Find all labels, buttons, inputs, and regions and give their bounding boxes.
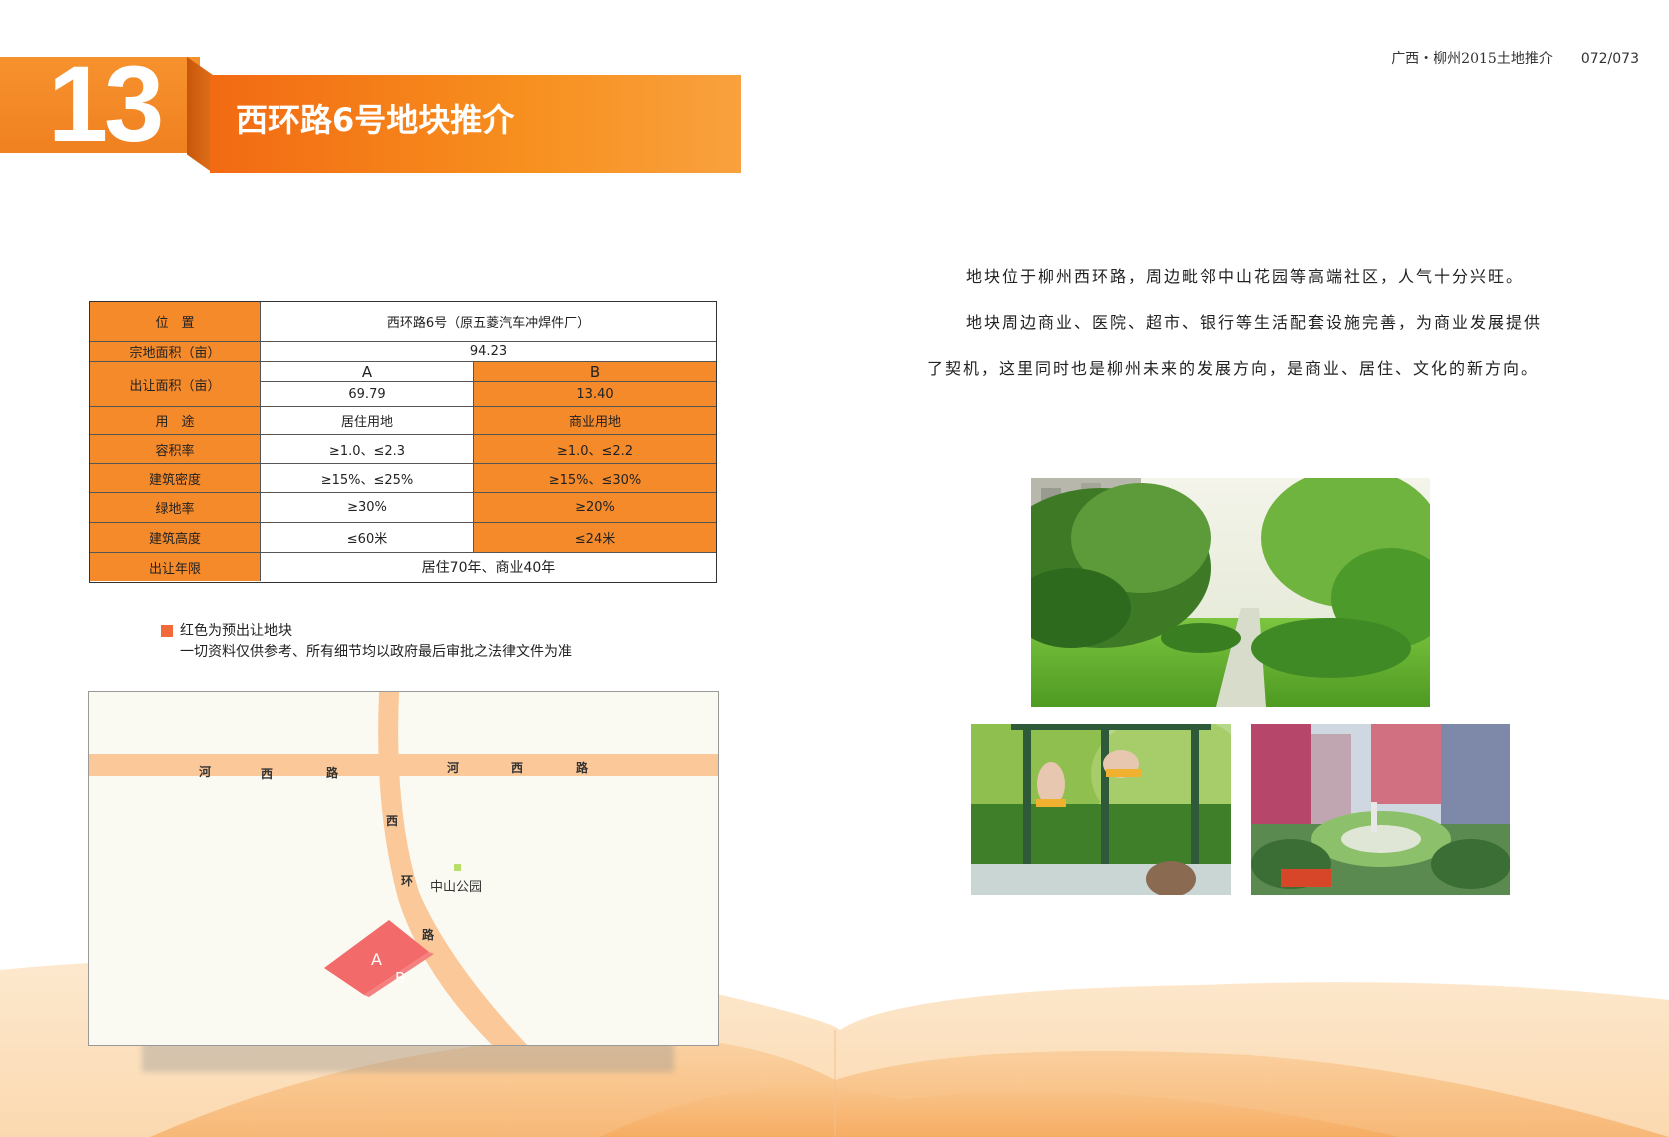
section-number: 13 bbox=[48, 43, 164, 164]
photo-residential-courtyard bbox=[1251, 724, 1510, 895]
road-label-2: 西 bbox=[261, 767, 274, 781]
label-transfer-area: 出让面积（亩） bbox=[90, 362, 261, 407]
location-map: 河 西 路 河 西 路 西 环 路 中山公园 A B bbox=[88, 691, 719, 1046]
value-use-a: 居住用地 bbox=[261, 407, 474, 435]
legend-text: 红色为预出让地块 bbox=[180, 623, 292, 639]
doc-title: 广西・柳州2015土地推介 bbox=[1391, 51, 1553, 67]
road-label-west-2: 环 bbox=[401, 874, 414, 888]
photo-swings bbox=[971, 724, 1231, 895]
value-area-a: 69.79 bbox=[261, 382, 474, 407]
value-density-a: ≥15%、≤25% bbox=[261, 464, 474, 493]
road-label-west-1: 西 bbox=[386, 814, 399, 828]
value-height-b: ≤24米 bbox=[474, 523, 716, 553]
parcel-a-label: A bbox=[371, 950, 382, 969]
value-density-b: ≥15%、≤30% bbox=[474, 464, 716, 493]
description-p2a: 地块周边商业、医院、超市、银行等生活配套设施完善，为商业发展提供 bbox=[966, 313, 1543, 332]
road-label-1: 河 bbox=[199, 765, 212, 779]
label-density: 建筑密度 bbox=[90, 464, 261, 493]
value-height-a: ≤60米 bbox=[261, 523, 474, 553]
header-col-a: A bbox=[261, 362, 474, 382]
photo-garden-path bbox=[1031, 478, 1430, 707]
description-p1: 地块位于柳州西环路，周边毗邻中山花园等高端社区，人气十分兴旺。 bbox=[966, 267, 1525, 286]
legend-swatch bbox=[161, 625, 173, 637]
park-label: 中山公园 bbox=[430, 880, 483, 895]
value-far-b: ≥1.0、≤2.2 bbox=[474, 435, 716, 464]
header-col-b: B bbox=[474, 362, 716, 382]
value-location: 西环路6号（原五菱汽车冲焊件厂） bbox=[261, 302, 716, 342]
road-label-5: 西 bbox=[511, 761, 524, 775]
description-p2b: 了契机，这里同时也是柳州未来的发展方向，是商业、居住、文化的新方向。 bbox=[927, 359, 1540, 378]
label-location: 位 置 bbox=[90, 302, 261, 342]
label-term: 出让年限 bbox=[90, 553, 261, 581]
label-far: 容积率 bbox=[90, 435, 261, 464]
value-use-b: 商业用地 bbox=[474, 407, 716, 435]
land-info-table: 位 置 西环路6号（原五菱汽车冲焊件厂） 宗地面积（亩） 94.23 出让面积（… bbox=[89, 301, 717, 583]
value-green-a: ≥30% bbox=[261, 493, 474, 523]
page-title: 西环路6号地块推介 bbox=[236, 101, 515, 139]
value-area-b: 13.40 bbox=[474, 382, 716, 407]
running-header: 广西・柳州2015土地推介 072/073 bbox=[1391, 48, 1639, 68]
road-label-west-3: 路 bbox=[422, 928, 435, 942]
road-label-3: 路 bbox=[326, 766, 339, 780]
label-total-area: 宗地面积（亩） bbox=[90, 342, 261, 362]
disclaimer-text: 一切资料仅供参考、所有细节均以政府最后审批之法律文件为准 bbox=[180, 644, 572, 660]
map-roads bbox=[89, 692, 718, 1045]
road-label-6: 路 bbox=[576, 761, 589, 775]
value-green-b: ≥20% bbox=[474, 493, 716, 523]
parcel-b-label: B bbox=[395, 969, 406, 987]
value-far-a: ≥1.0、≤2.3 bbox=[261, 435, 474, 464]
value-term: 居住70年、商业40年 bbox=[261, 553, 716, 581]
road-label-4: 河 bbox=[447, 761, 460, 775]
label-height: 建筑高度 bbox=[90, 523, 261, 553]
page-numbers: 072/073 bbox=[1580, 51, 1639, 67]
label-green: 绿地率 bbox=[90, 493, 261, 523]
value-total-area: 94.23 bbox=[261, 342, 716, 362]
label-use: 用 途 bbox=[90, 407, 261, 435]
